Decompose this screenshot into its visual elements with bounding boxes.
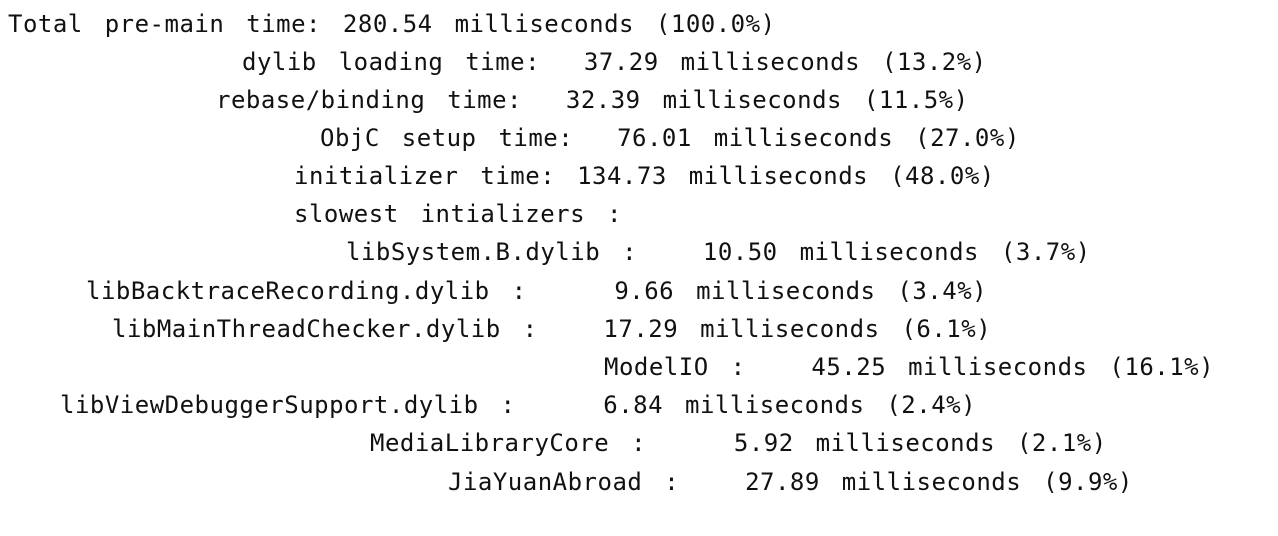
dylib-loading-line: dylib loading time: 37.29 milliseconds (…	[242, 48, 987, 76]
initializer-time-line: initializer time: 134.73 milliseconds (4…	[294, 162, 995, 190]
initializer-row-medialibrarycore: MediaLibraryCore : 5.92 milliseconds (2.…	[370, 429, 1107, 457]
initializer-row-libbacktracerecording: libBacktraceRecording.dylib : 9.66 milli…	[86, 277, 988, 305]
initializer-row-libsystem: libSystem.B.dylib : 10.50 milliseconds (…	[346, 238, 1091, 266]
initializer-row-libviewdebuggersupport: libViewDebuggerSupport.dylib : 6.84 mill…	[60, 391, 977, 419]
total-pre-main-line: Total pre-main time: 280.54 milliseconds…	[8, 10, 776, 38]
initializer-row-modelio: ModelIO : 45.25 milliseconds (16.1%)	[604, 353, 1215, 381]
rebase-binding-line: rebase/binding time: 32.39 milliseconds …	[216, 86, 969, 114]
objc-setup-line: ObjC setup time: 76.01 milliseconds (27.…	[320, 124, 1020, 152]
initializer-row-libmainthreadchecker: libMainThreadChecker.dylib : 17.29 milli…	[112, 315, 992, 343]
terminal-output: Total pre-main time: 280.54 milliseconds…	[0, 0, 1278, 536]
initializer-row-jiayuanabroad: JiaYuanAbroad : 27.89 milliseconds (9.9%…	[448, 468, 1133, 496]
slowest-initializers-heading: slowest intializers :	[294, 200, 622, 228]
